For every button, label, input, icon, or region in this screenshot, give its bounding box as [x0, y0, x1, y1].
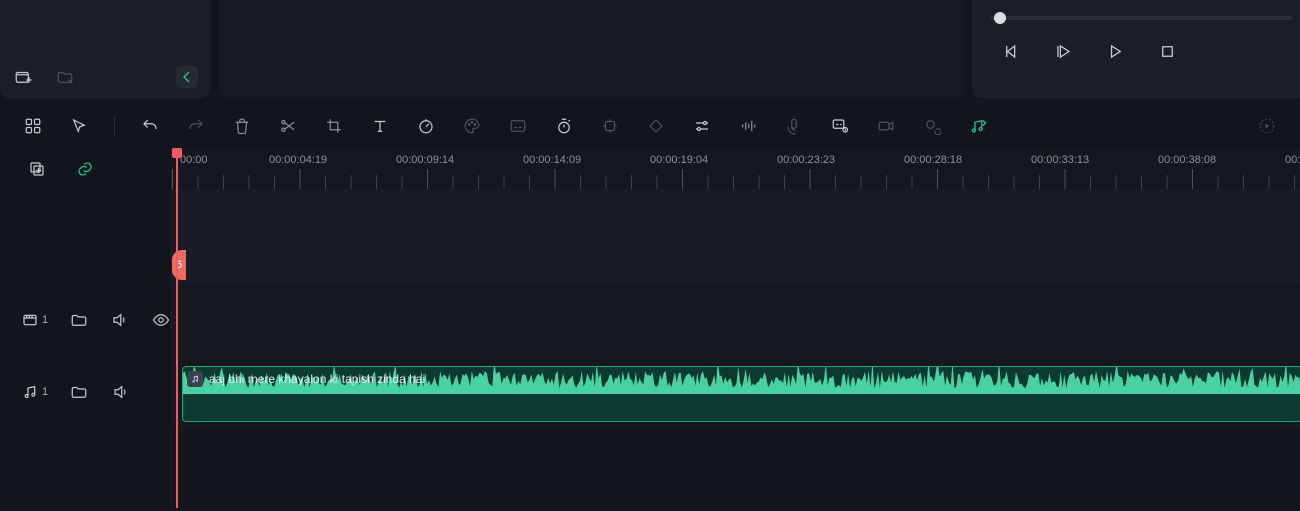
collapse-panel-button[interactable]	[176, 66, 198, 88]
audio-tools-icon[interactable]	[737, 115, 759, 137]
prev-frame-button[interactable]	[1000, 40, 1022, 62]
video-lane[interactable]	[172, 286, 1300, 358]
auto-caption-icon[interactable]	[829, 115, 851, 137]
adjust-icon[interactable]	[691, 115, 713, 137]
timeline: 1 1 00:00 00:00:04:19 00:00:09:14 00:00:14:…	[0, 148, 1300, 508]
visibility-icon[interactable]	[150, 309, 171, 331]
text-icon[interactable]	[369, 115, 391, 137]
audio-lane[interactable]: aaj bhi mere khayalon ki tapish zinda ha…	[172, 358, 1300, 430]
undo-icon[interactable]	[139, 115, 161, 137]
keyframe-icon[interactable]	[599, 115, 621, 137]
ruler-label: 00:00:09:14	[396, 154, 454, 166]
select-tool-icon[interactable]	[68, 115, 90, 137]
time-ruler[interactable]: 00:00 00:00:04:19 00:00:09:14 00:00:14:09 00…	[172, 148, 1300, 190]
redo-icon[interactable]	[185, 115, 207, 137]
record-icon[interactable]	[875, 115, 897, 137]
progress-knob[interactable]	[994, 12, 1006, 24]
audio-sync-icon[interactable]	[967, 115, 989, 137]
crop-icon[interactable]	[323, 115, 345, 137]
project-panel	[0, 0, 210, 98]
ruler-label: 00:00:38:08	[1158, 154, 1216, 166]
stop-button[interactable]	[1156, 40, 1178, 62]
add-track-icon[interactable]	[26, 158, 48, 180]
subtitle-lane[interactable]: 6	[172, 190, 1300, 286]
track-gutter: 1 1	[0, 148, 172, 508]
link-tracks-icon[interactable]	[74, 158, 96, 180]
audio-clip[interactable]: aaj bhi mere khayalon ki tapish zinda ha…	[182, 366, 1300, 422]
render-icon[interactable]	[1256, 115, 1278, 137]
timer-icon[interactable]	[553, 115, 575, 137]
play-button[interactable]	[1052, 40, 1074, 62]
delete-icon[interactable]	[231, 115, 253, 137]
transition-icon[interactable]	[645, 115, 667, 137]
ruler-label: 00:	[1285, 154, 1300, 166]
folder-icon[interactable]	[68, 309, 89, 331]
voice-icon[interactable]	[783, 115, 805, 137]
timeline-toolbar	[0, 104, 1300, 148]
folder-icon[interactable]	[68, 381, 90, 403]
layout-icon[interactable]	[22, 115, 44, 137]
mute-icon[interactable]	[110, 381, 132, 403]
video-track-icon	[22, 312, 38, 328]
ruler-label: 00:00:28:18	[904, 154, 962, 166]
caption-style-icon[interactable]	[507, 115, 529, 137]
delete-folder-icon[interactable]	[54, 66, 76, 88]
audio-track-label: 1	[0, 356, 171, 428]
split-icon[interactable]	[277, 115, 299, 137]
audio-track-icon	[22, 384, 38, 400]
ruler-label: 00:00:23:23	[777, 154, 835, 166]
subtitle-marker[interactable]: 6	[172, 250, 186, 280]
track-area: 00:00 00:00:04:19 00:00:09:14 00:00:14:09 00…	[172, 148, 1300, 508]
preview-panel	[218, 0, 964, 98]
next-frame-button[interactable]	[1104, 40, 1126, 62]
music-note-icon	[187, 371, 203, 387]
ruler-label: 00:00	[180, 154, 208, 166]
ruler-label: 00:00:04:19	[269, 154, 327, 166]
mute-icon[interactable]	[109, 309, 130, 331]
color-icon[interactable]	[461, 115, 483, 137]
audio-track-index: 1	[42, 386, 48, 398]
playhead[interactable]	[176, 154, 178, 508]
ruler-label: 00:00:14:09	[523, 154, 581, 166]
ruler-label: 00:00:33:13	[1031, 154, 1089, 166]
player-progress[interactable]	[990, 16, 1292, 20]
video-track-index: 1	[42, 314, 48, 326]
ruler-label: 00:00:19:04	[650, 154, 708, 166]
speed-icon[interactable]	[415, 115, 437, 137]
clip-title: aaj bhi mere khayalon ki tapish zinda ha…	[209, 372, 425, 386]
new-folder-icon[interactable]	[12, 66, 34, 88]
player-panel	[972, 0, 1300, 98]
ai-tools-icon[interactable]	[921, 115, 943, 137]
video-track-label: 1	[0, 284, 171, 356]
separator	[114, 116, 115, 136]
